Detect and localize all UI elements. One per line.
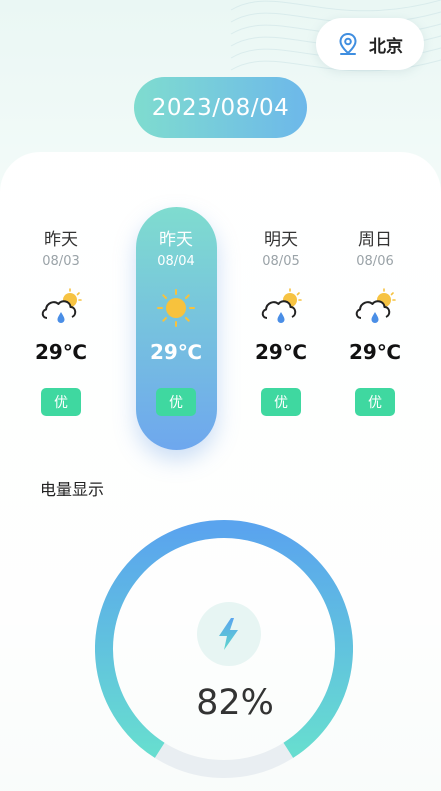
lightning-bolt-icon (219, 618, 238, 650)
aqi-badge: 优 (41, 388, 81, 416)
day-date: 08/03 (42, 254, 80, 269)
day-temperature: 29℃ (149, 340, 203, 364)
sun-icon (157, 289, 195, 327)
battery-percent: 82% (196, 683, 274, 723)
aqi-badge: 优 (355, 388, 395, 416)
day-temperature: 29℃ (254, 340, 308, 364)
cloud-sun-rain-icon (261, 288, 302, 323)
date-selector[interactable]: 2023/08/04 (134, 77, 307, 138)
forecast-day-2-selected[interactable]: 昨天 08/04 29℃ 优 (136, 228, 216, 416)
day-name: 明天 (264, 230, 298, 250)
day-date: 08/05 (262, 254, 300, 269)
battery-section-title: 电量显示 (40, 480, 105, 499)
day-name: 昨天 (44, 230, 78, 250)
day-date: 08/06 (356, 254, 394, 269)
day-name: 昨天 (159, 230, 193, 250)
location-pin-icon (339, 32, 357, 55)
forecast-day-3[interactable]: 明天 08/05 29℃ 优 (241, 228, 321, 416)
forecast-day-1[interactable]: 昨天 08/03 29℃ 优 (21, 228, 101, 416)
battery-icon-circle (197, 602, 261, 666)
aqi-badge: 优 (156, 388, 196, 416)
day-temperature: 29℃ (34, 340, 88, 364)
aqi-badge: 优 (261, 388, 301, 416)
forecast-day-4[interactable]: 周日 08/06 29℃ 优 (335, 228, 415, 416)
day-date: 08/04 (157, 254, 195, 269)
day-name: 周日 (358, 230, 392, 250)
cloud-sun-rain-icon (355, 288, 396, 323)
location-button[interactable]: 北京 (316, 18, 424, 70)
city-label: 北京 (369, 36, 403, 57)
cloud-sun-rain-icon (41, 288, 82, 323)
day-temperature: 29℃ (348, 340, 402, 364)
